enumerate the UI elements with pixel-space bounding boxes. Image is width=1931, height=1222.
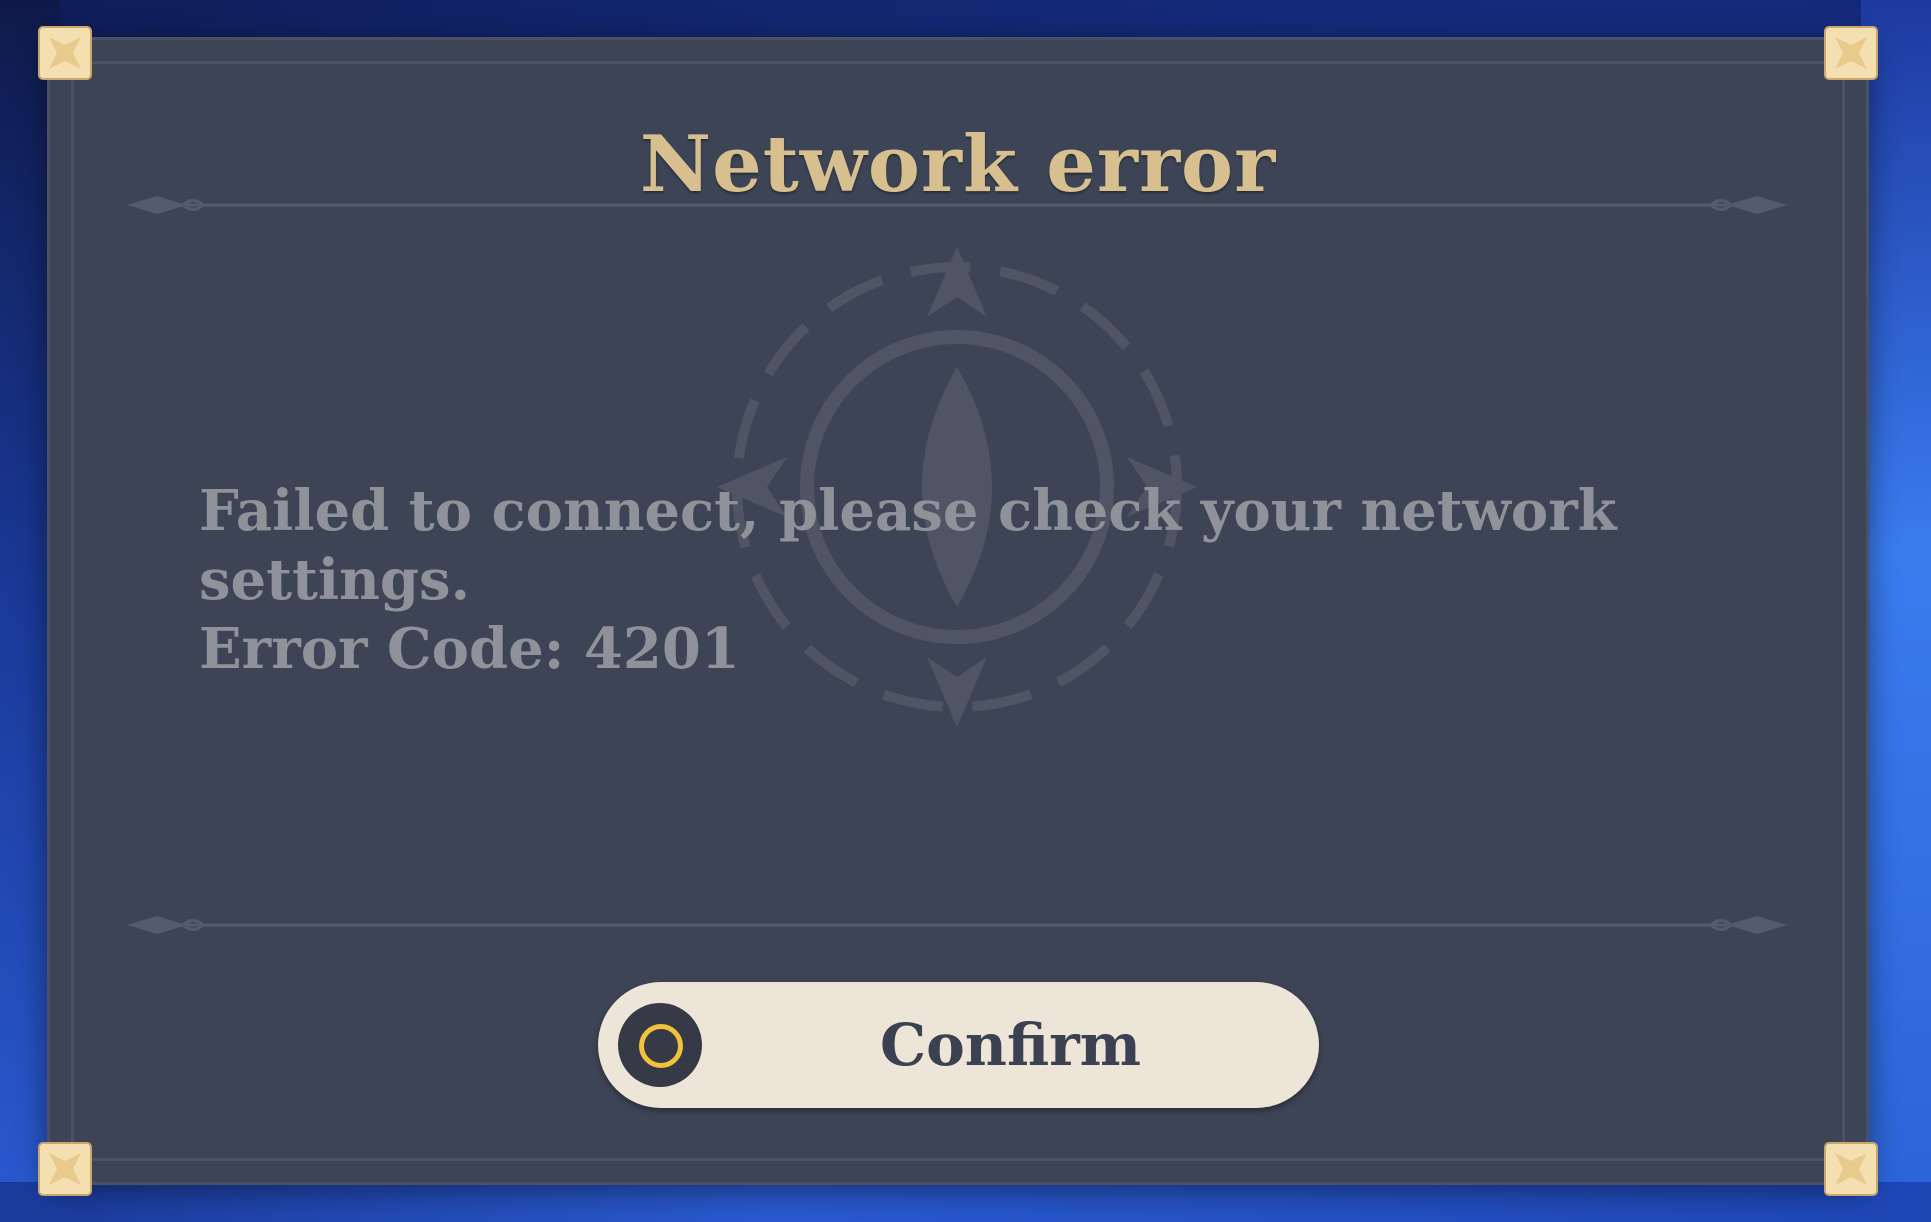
background-right: [1861, 0, 1931, 1222]
circle-ring-icon: [639, 1024, 683, 1068]
corner-ornament-icon: [1824, 26, 1878, 80]
message-line: Failed to connect, please check your net…: [199, 478, 1617, 544]
corner-ornament-icon: [38, 26, 92, 80]
confirm-button-label: Confirm: [879, 1011, 1142, 1079]
circle-button-icon: [618, 1003, 702, 1087]
confirm-button[interactable]: Confirm: [598, 982, 1319, 1108]
corner-ornament-icon: [38, 1142, 92, 1196]
error-code-line: Error Code: 4201: [199, 616, 740, 682]
ornamental-divider: [127, 196, 1787, 214]
network-error-dialog: Network error Failed to connect, please …: [38, 26, 1878, 1196]
background-bottom: [0, 1182, 1931, 1222]
ornamental-divider: [127, 916, 1787, 934]
message-line: settings.: [199, 547, 471, 613]
corner-ornament-icon: [1824, 1142, 1878, 1196]
error-message: Failed to connect, please check your net…: [199, 477, 1617, 684]
